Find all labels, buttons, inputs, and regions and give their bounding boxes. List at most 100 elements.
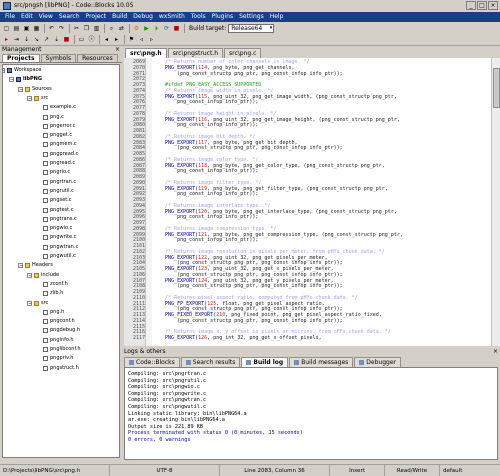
code-view[interactable]: 2069 2070 2071 2072 2073 2074 2075 2076 2077 2078… xyxy=(124,58,500,346)
menu-item-file[interactable]: File xyxy=(2,12,18,22)
info-icon[interactable]: ⓘ xyxy=(87,35,96,44)
tree-item-pnginfo-h[interactable]: pnginfo.h xyxy=(43,337,74,344)
debug-icon[interactable]: ▸ xyxy=(2,35,11,44)
redo-icon[interactable]: ↷ xyxy=(57,24,66,33)
tree-item-pngrio-c[interactable]: pngrio.c xyxy=(43,169,70,176)
save-icon[interactable]: ▣ xyxy=(22,24,31,33)
tree-item-pngtest-c[interactable]: pngtest.c xyxy=(43,207,73,214)
editor-tab[interactable]: src\png.h xyxy=(125,48,167,58)
prev-bookmark-icon[interactable]: ◃ xyxy=(137,35,146,44)
tree-item-pngget-c[interactable]: pngget.c xyxy=(43,132,72,139)
tree-item-pngpriv-h[interactable]: pngpriv.h xyxy=(43,355,73,362)
cut-icon[interactable]: ✂ xyxy=(72,24,81,33)
close-icon[interactable]: × xyxy=(493,348,498,356)
menu-item-project[interactable]: Project xyxy=(83,12,110,22)
tree-item-headers[interactable]: Headers xyxy=(25,262,53,269)
logs-tab-search-results[interactable]: Search results xyxy=(180,357,241,367)
tree-item-pngdebug-h[interactable]: pngdebug.h xyxy=(43,327,80,334)
jump-back-icon[interactable]: ◂ xyxy=(102,35,111,44)
tree-expander-icon[interactable]: − xyxy=(27,300,32,306)
tree-item-pngwtran-c[interactable]: pngwtran.c xyxy=(43,244,78,251)
scrollbar-thumb[interactable] xyxy=(493,68,500,108)
editor-vertical-scrollbar[interactable] xyxy=(491,58,500,346)
tree-item-pngpread-c[interactable]: pngpread.c xyxy=(43,151,78,158)
step-into-icon[interactable]: ↘ xyxy=(32,35,41,44)
logs-tab-code--blocks[interactable]: Code::Blocks xyxy=(124,357,180,367)
tree-item-pngwrite-c[interactable]: pngwrite.c xyxy=(43,234,76,241)
menu-item-plugins[interactable]: Plugins xyxy=(209,12,237,22)
tree-expander-icon[interactable]: − xyxy=(27,95,32,101)
undo-icon[interactable]: ↶ xyxy=(47,24,56,33)
logs-tab-debugger[interactable]: Debugger xyxy=(354,357,401,367)
next-instruction-icon[interactable]: ⇣ xyxy=(52,35,61,44)
tree-item-pngset-c[interactable]: pngset.c xyxy=(43,197,72,204)
build-log[interactable]: Compiling: src\pngrtran.c Compiling: src\… xyxy=(124,367,498,460)
tree-item-pngwutil-c[interactable]: pngwutil.c xyxy=(43,253,76,260)
tab-resources[interactable]: Resources xyxy=(77,54,118,62)
paste-icon[interactable]: ▥ xyxy=(92,24,101,33)
tree-expander-icon[interactable]: − xyxy=(27,272,32,278)
run-to-cursor-icon[interactable]: ⇥ xyxy=(12,35,21,44)
tree-expander-icon[interactable]: − xyxy=(9,77,14,83)
maximize-button[interactable]: □ xyxy=(477,1,487,10)
tree-item-pngconf-h[interactable]: pngconf.h xyxy=(43,318,75,325)
editor-tab[interactable]: src\png.c xyxy=(224,48,262,58)
tree-expander-icon[interactable]: − xyxy=(18,86,23,92)
menu-item-build[interactable]: Build xyxy=(109,12,130,22)
tree-expander-icon[interactable]: − xyxy=(3,68,5,74)
tree-item-pngmem-c[interactable]: pngmem.c xyxy=(43,141,77,148)
tree-item-png-c[interactable]: png.c xyxy=(43,114,64,121)
debug-windows-icon[interactable]: ▭ xyxy=(77,35,86,44)
tree-expander-icon[interactable]: − xyxy=(18,263,23,269)
build-icon[interactable]: ⚙ xyxy=(132,24,141,33)
tree-item-sources[interactable]: Sources xyxy=(25,86,52,93)
tree-item-src[interactable]: src xyxy=(34,95,48,102)
build-target-select[interactable]: Release64 ▾ xyxy=(228,24,275,33)
tree-item-pngerror-c[interactable]: pngerror.c xyxy=(43,123,76,130)
close-button[interactable]: × xyxy=(488,1,498,10)
run-icon[interactable]: ▶ xyxy=(142,24,151,33)
save-all-icon[interactable]: ▦ xyxy=(32,24,41,33)
tab-symbols[interactable]: Symbols xyxy=(40,54,77,62)
editor-tab[interactable]: src\pngstruct.h xyxy=(167,48,224,58)
close-icon[interactable]: × xyxy=(115,46,120,54)
tree-item-zconf-h[interactable]: zconf.h xyxy=(43,281,68,288)
copy-icon[interactable]: ❐ xyxy=(82,24,91,33)
minimize-button[interactable]: _ xyxy=(466,1,476,10)
menu-item-settings[interactable]: Settings xyxy=(236,12,267,22)
tab-projects[interactable]: Projects xyxy=(2,54,40,62)
tree-item-src[interactable]: src xyxy=(34,300,48,307)
menu-item-edit[interactable]: Edit xyxy=(18,12,36,22)
tree-item-pngrtran-c[interactable]: pngrtran.c xyxy=(43,179,76,186)
tree-item-workspace[interactable]: Workspace xyxy=(7,67,41,74)
tree-item-zlib-h[interactable]: zlib.h xyxy=(43,290,63,297)
menu-item-debug[interactable]: Debug xyxy=(130,12,156,22)
step-out-icon[interactable]: ↗ xyxy=(42,35,51,44)
tree-item-pnglibconf-h[interactable]: pnglibconf.h xyxy=(43,346,81,353)
build-run-icon[interactable]: ⏵ xyxy=(152,24,161,33)
tree-item-pngwio-c[interactable]: pngwio.c xyxy=(43,225,72,232)
tree-item-pngstruct-h[interactable]: pngstruct.h xyxy=(43,365,79,372)
fold-margin[interactable] xyxy=(146,58,152,346)
tree-item-pngtrans-c[interactable]: pngtrans.c xyxy=(43,216,77,223)
tree-item-pngrutil-c[interactable]: pngrutil.c xyxy=(43,188,74,195)
open-icon[interactable]: ▤ xyxy=(12,24,21,33)
next-line-icon[interactable]: ↓ xyxy=(22,35,31,44)
project-tree[interactable]: −Workspace−libPNG−Sources−srcexample.cpn… xyxy=(2,64,120,458)
logs-tab-build-log[interactable]: Build log xyxy=(241,357,289,367)
rebuild-icon[interactable]: ⟳ xyxy=(162,24,171,33)
stop-debug-icon[interactable]: ■ xyxy=(62,35,71,44)
replace-icon[interactable]: ⇄ xyxy=(117,24,126,33)
logs-tab-build-messages[interactable]: Build messages xyxy=(289,357,354,367)
tree-item-include[interactable]: include xyxy=(34,272,59,279)
next-bookmark-icon[interactable]: ▹ xyxy=(147,35,156,44)
menu-item-view[interactable]: View xyxy=(36,12,56,22)
menu-item-tools[interactable]: Tools xyxy=(188,12,209,22)
tree-item-pngread-c[interactable]: pngread.c xyxy=(43,160,75,167)
menu-item-help[interactable]: Help xyxy=(267,12,287,22)
tree-item-example-c[interactable]: example.c xyxy=(43,104,76,111)
find-icon[interactable]: ⌕ xyxy=(107,24,116,33)
tree-item-libpng[interactable]: libPNG xyxy=(16,76,42,83)
menu-item-search[interactable]: Search xyxy=(56,12,83,22)
jump-forward-icon[interactable]: ▸ xyxy=(112,35,121,44)
